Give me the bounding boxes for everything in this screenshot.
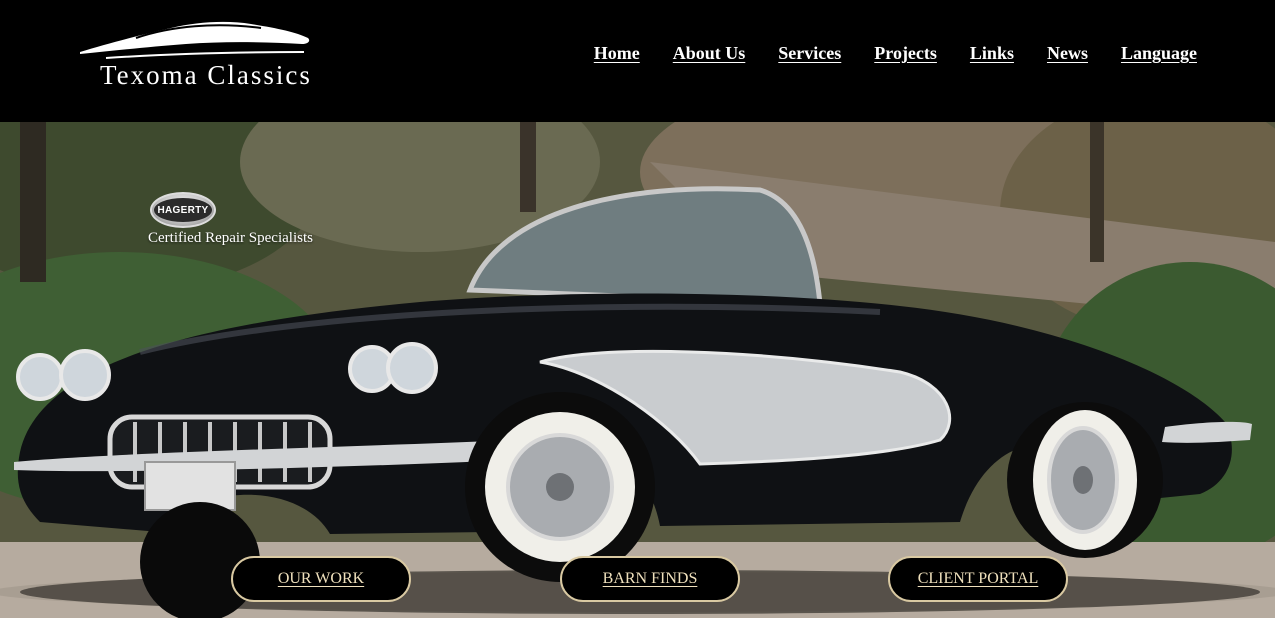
barn-finds-button[interactable]: BARN FINDS [560,556,740,602]
nav-news[interactable]: News [1047,43,1088,64]
nav-about-us[interactable]: About Us [673,43,746,64]
hagerty-logo: HAGERTY [150,192,216,228]
hero-section: HAGERTY Certified Repair Specialists OUR… [0,122,1275,618]
nav-projects[interactable]: Projects [874,43,937,64]
our-work-button[interactable]: OUR WORK [231,556,411,602]
hagerty-badge: HAGERTY Certified Repair Specialists [148,192,338,252]
site-header: Texoma Classics Home About Us Services P… [0,0,1275,122]
client-portal-button[interactable]: CLIENT PORTAL [888,556,1068,602]
site-logo[interactable]: Texoma Classics [76,14,316,94]
main-nav: Home About Us Services Projects Links Ne… [561,43,1197,64]
car-silhouette-icon [80,21,310,59]
nav-links[interactable]: Links [970,43,1014,64]
hagerty-logo-text: HAGERTY [154,198,212,222]
nav-language[interactable]: Language [1121,43,1197,64]
nav-services[interactable]: Services [778,43,841,64]
brand-name: Texoma Classics [100,60,312,90]
nav-home[interactable]: Home [594,43,640,64]
badge-caption: Certified Repair Specialists [148,230,313,246]
